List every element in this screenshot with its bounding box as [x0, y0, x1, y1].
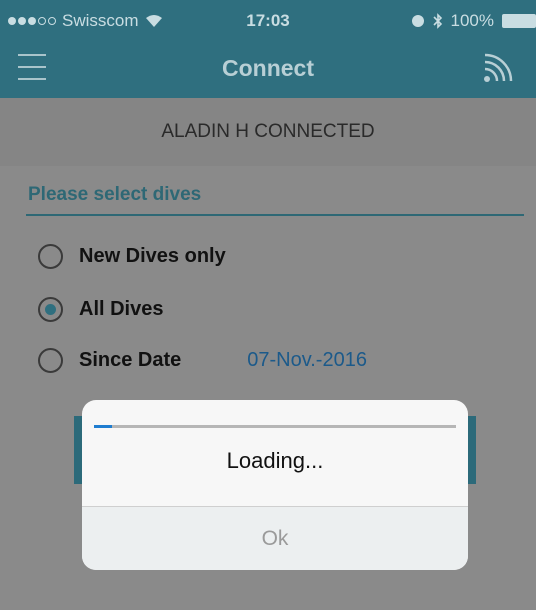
wireless-connection-icon[interactable]: [480, 52, 514, 86]
connection-status-banner: ALADIN H CONNECTED: [0, 98, 536, 166]
option-since-date[interactable]: Since Date 07-Nov.-2016: [38, 348, 367, 373]
section-divider: [26, 214, 524, 216]
battery-icon: [502, 14, 536, 28]
radio-button-selected[interactable]: [38, 297, 63, 322]
since-date-picker[interactable]: 07-Nov.-2016: [247, 349, 367, 372]
page-title: Connect: [222, 55, 314, 81]
option-label: New Dives only: [79, 245, 226, 267]
loading-dialog: Loading... Ok: [82, 400, 468, 570]
option-all-dives[interactable]: All Dives: [38, 297, 163, 322]
status-right: 100%: [411, 11, 536, 31]
nav-bar: Connect: [0, 40, 536, 98]
ok-button[interactable]: Ok: [82, 507, 468, 570]
bluetooth-icon: [432, 13, 442, 29]
progress-bar-fill: [94, 425, 113, 428]
radio-button[interactable]: [38, 348, 63, 373]
radio-button[interactable]: [38, 244, 63, 269]
section-title: Please select dives: [28, 184, 202, 205]
battery-percent: 100%: [450, 11, 494, 30]
alarm-icon: [411, 15, 424, 27]
loading-message: Loading...: [226, 448, 324, 473]
option-label: Since Date: [79, 349, 182, 371]
progress-bar: [94, 425, 456, 428]
status-bar: Swisscom 17:03 100%: [0, 0, 536, 40]
option-label: All Dives: [79, 298, 164, 320]
option-new-dives-only[interactable]: New Dives only: [38, 244, 226, 269]
